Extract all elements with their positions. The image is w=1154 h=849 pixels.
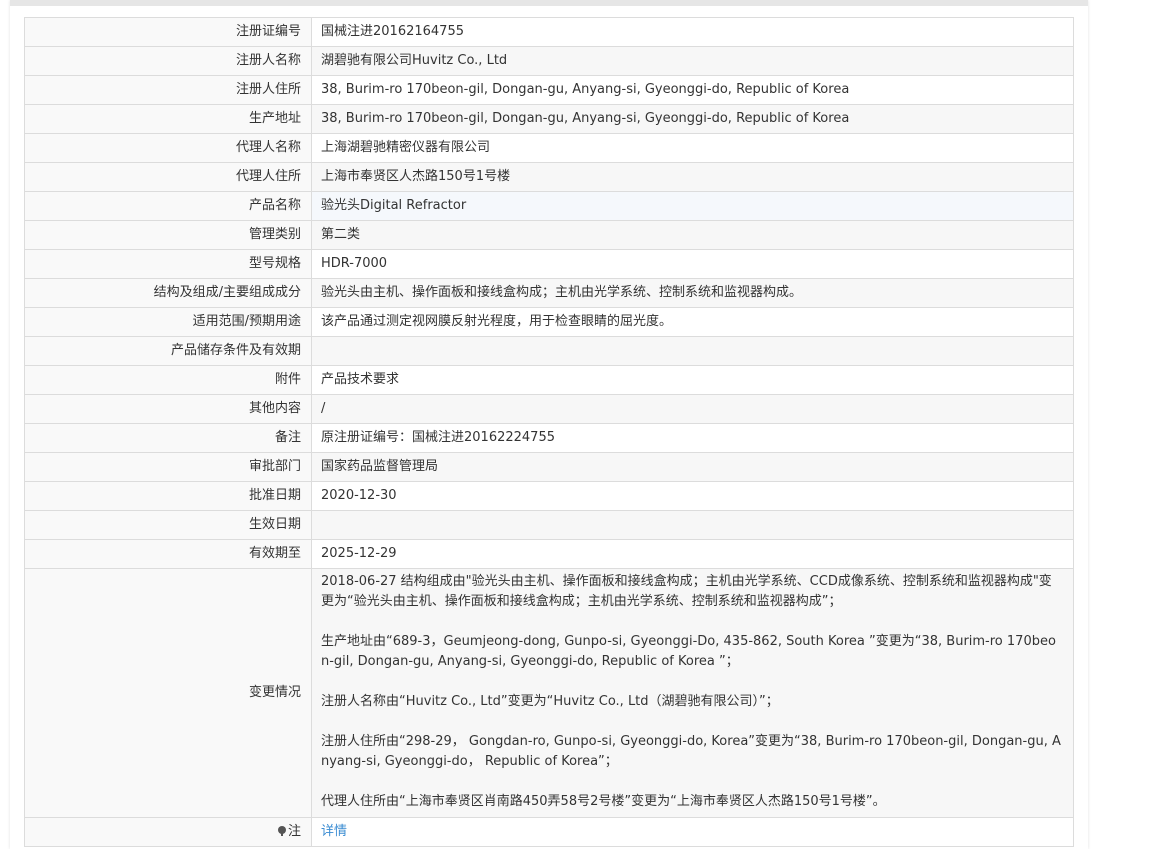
row-value-product-name: 验光头Digital Refractor [311, 191, 1074, 221]
table-row: 注 详情 [24, 817, 1074, 847]
note-icon [277, 826, 286, 836]
row-value-structure: 验光头由主机、操作面板和接线盒构成；主机由光学系统、控制系统和监视器构成。 [311, 278, 1074, 308]
table-row: 批准日期 2020-12-30 [24, 481, 1074, 511]
change-item: 注册人住所由“298-29， Gongdan-ro, Gunpo-si, Gye… [321, 734, 1061, 769]
row-label-storage: 产品储存条件及有效期 [24, 336, 312, 366]
row-label-product-name: 产品名称 [24, 191, 312, 221]
change-history: 2018-06-27 结构组成由"验光头由主机、操作面板和接线盒构成；主机由光学… [321, 570, 1064, 816]
row-value-other: / [311, 394, 1074, 424]
row-label-structure: 结构及组成/主要组成成分 [24, 278, 312, 308]
detail-panel: 注册证编号 国械注进20162164755 注册人名称 湖碧驰有限公司Huvit… [10, 0, 1088, 849]
row-label-registrant-name: 注册人名称 [24, 46, 312, 76]
row-label-production-address: 生产地址 [24, 104, 312, 134]
row-value-note: 详情 [311, 817, 1074, 847]
row-value-attachment: 产品技术要求 [311, 365, 1074, 395]
table-row: 生产地址 38, Burim-ro 170beon-gil, Dongan-gu… [24, 104, 1074, 134]
table-row: 产品名称 验光头Digital Refractor [24, 191, 1074, 221]
row-label-model-spec: 型号规格 [24, 249, 312, 279]
row-label-other: 其他内容 [24, 394, 312, 424]
row-value-management-category: 第二类 [311, 220, 1074, 250]
change-item: 生产地址由“689-3，Geumjeong-dong, Gunpo-si, Gy… [321, 634, 1056, 669]
row-value-changes: 2018-06-27 结构组成由"验光头由主机、操作面板和接线盒构成；主机由光学… [311, 568, 1074, 818]
table-row: 生效日期 [24, 510, 1074, 540]
table-row: 型号规格 HDR-7000 [24, 249, 1074, 279]
row-label-note: 注 [24, 817, 312, 847]
row-value-remarks: 原注册证编号：国械注进20162224755 [311, 423, 1074, 453]
note-label: 注 [287, 824, 301, 839]
change-item: 注册人名称由“Huvitz Co., Ltd”变更为“Huvitz Co., L… [321, 694, 779, 709]
table-row: 注册人住所 38, Burim-ro 170beon-gil, Dongan-g… [24, 75, 1074, 105]
row-label-remarks: 备注 [24, 423, 312, 453]
table-row: 有效期至 2025-12-29 [24, 539, 1074, 569]
row-value-approval-date: 2020-12-30 [311, 481, 1074, 511]
table-row: 审批部门 国家药品监督管理局 [24, 452, 1074, 482]
table-row: 结构及组成/主要组成成分 验光头由主机、操作面板和接线盒构成；主机由光学系统、控… [24, 278, 1074, 308]
row-value-intended-use: 该产品通过测定视网膜反射光程度，用于检查眼睛的屈光度。 [311, 307, 1074, 337]
row-label-changes: 变更情况 [24, 568, 312, 818]
row-label-effective-date: 生效日期 [24, 510, 312, 540]
table-row: 变更情况 2018-06-27 结构组成由"验光头由主机、操作面板和接线盒构成；… [24, 568, 1074, 818]
table-row: 产品储存条件及有效期 [24, 336, 1074, 366]
table-row: 注册证编号 国械注进20162164755 [24, 17, 1074, 47]
row-value-effective-date [311, 510, 1074, 540]
row-value-storage [311, 336, 1074, 366]
row-label-valid-until: 有效期至 [24, 539, 312, 569]
table-row: 适用范围/预期用途 该产品通过测定视网膜反射光程度，用于检查眼睛的屈光度。 [24, 307, 1074, 337]
table-row: 注册人名称 湖碧驰有限公司Huvitz Co., Ltd [24, 46, 1074, 76]
row-value-agent-address: 上海市奉贤区人杰路150号1号楼 [311, 162, 1074, 192]
row-label-approval-date: 批准日期 [24, 481, 312, 511]
table-row: 备注 原注册证编号：国械注进20162224755 [24, 423, 1074, 453]
table-row: 代理人住所 上海市奉贤区人杰路150号1号楼 [24, 162, 1074, 192]
table-row: 管理类别 第二类 [24, 220, 1074, 250]
row-value-production-address: 38, Burim-ro 170beon-gil, Dongan-gu, Any… [311, 104, 1074, 134]
row-value-model-spec: HDR-7000 [311, 249, 1074, 279]
change-item: 2018-06-27 结构组成由"验光头由主机、操作面板和接线盒构成；主机由光学… [321, 574, 1052, 609]
row-label-approval-dept: 审批部门 [24, 452, 312, 482]
row-label-management-category: 管理类别 [24, 220, 312, 250]
row-label-attachment: 附件 [24, 365, 312, 395]
row-label-agent-name: 代理人名称 [24, 133, 312, 163]
row-value-agent-name: 上海湖碧驰精密仪器有限公司 [311, 133, 1074, 163]
row-value-registration-number: 国械注进20162164755 [311, 17, 1074, 47]
details-link[interactable]: 详情 [321, 824, 347, 839]
row-label-agent-address: 代理人住所 [24, 162, 312, 192]
row-value-valid-until: 2025-12-29 [311, 539, 1074, 569]
row-value-registrant-name: 湖碧驰有限公司Huvitz Co., Ltd [311, 46, 1074, 76]
table-row: 附件 产品技术要求 [24, 365, 1074, 395]
row-label-intended-use: 适用范围/预期用途 [24, 307, 312, 337]
table-row: 代理人名称 上海湖碧驰精密仪器有限公司 [24, 133, 1074, 163]
registration-info-table: 注册证编号 国械注进20162164755 注册人名称 湖碧驰有限公司Huvit… [24, 17, 1074, 847]
row-value-approval-dept: 国家药品监督管理局 [311, 452, 1074, 482]
table-row: 其他内容 / [24, 394, 1074, 424]
row-label-registrant-address: 注册人住所 [24, 75, 312, 105]
row-label-registration-number: 注册证编号 [24, 17, 312, 47]
change-item: 代理人住所由“上海市奉贤区肖南路450弄58号2号楼”变更为“上海市奉贤区人杰路… [321, 794, 886, 809]
row-value-registrant-address: 38, Burim-ro 170beon-gil, Dongan-gu, Any… [311, 75, 1074, 105]
